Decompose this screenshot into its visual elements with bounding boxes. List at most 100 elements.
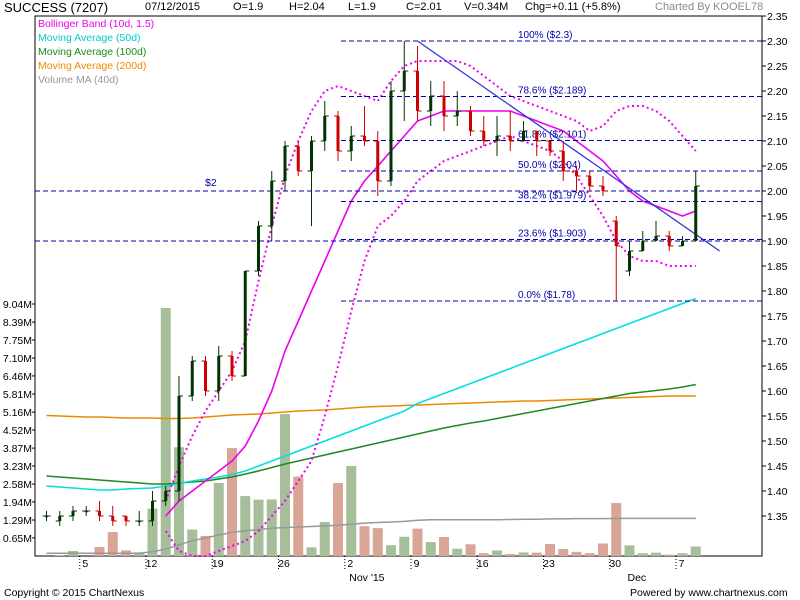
volume-bar <box>213 482 224 556</box>
candle-body <box>522 131 525 141</box>
candle-body <box>429 96 433 111</box>
candle-body <box>204 361 207 391</box>
x-tick-label: 26 <box>278 558 290 570</box>
candle-body <box>548 141 552 151</box>
candle-body <box>495 136 499 141</box>
x-tick-label: 16 <box>477 558 489 570</box>
legend-ma100: Moving Average (100d) <box>38 46 147 58</box>
x-tick-label: 5 <box>82 558 88 570</box>
legend-ma200: Moving Average (200d) <box>38 60 147 72</box>
x-tick-label: 9 <box>414 558 420 570</box>
candle-body <box>376 141 380 181</box>
fibonacci-label: 50.0% ($2.04) <box>518 160 581 171</box>
candle-body <box>323 116 327 141</box>
volume-bar <box>399 536 410 556</box>
candle-body <box>124 516 128 521</box>
volume-bar <box>531 552 542 556</box>
volume-bar <box>346 465 357 556</box>
volume-bar <box>505 554 516 556</box>
candle-body <box>508 136 512 141</box>
candle-body <box>58 516 62 521</box>
volume-tick-label: 3.23M <box>3 461 32 473</box>
price-tick-label: 2.05 <box>767 161 788 173</box>
volume-bar <box>439 537 449 556</box>
candle-body <box>402 71 406 91</box>
price-tick-label: 1.85 <box>767 261 788 273</box>
stock-chart: $2100% ($2.3)78.6% ($2.189)61.8% ($2.101… <box>0 0 800 600</box>
candle-body <box>310 141 313 171</box>
price-tick-label: 1.65 <box>767 361 788 373</box>
candle-body <box>601 186 605 191</box>
volume-bar <box>624 545 635 556</box>
volume-bar <box>690 546 701 556</box>
footer-powered: Powered by www.chartnexus.com <box>630 587 788 599</box>
candle-body <box>654 236 658 241</box>
x-tick-label: 7 <box>679 558 685 570</box>
price-tick-label: 1.45 <box>767 461 788 473</box>
volume-tick-label: 2.58M <box>3 479 32 491</box>
x-tick-label: 19 <box>212 558 224 570</box>
volume-bar <box>465 544 476 556</box>
volume-tick-label: 6.46M <box>3 371 32 383</box>
volume-bar <box>187 529 198 556</box>
price-tick-label: 1.80 <box>767 286 788 298</box>
price-tick-label: 1.40 <box>767 486 788 498</box>
candle-body <box>667 236 671 246</box>
volume-bar <box>319 521 330 556</box>
price-tick-label: 1.95 <box>767 211 788 223</box>
candle-body <box>230 356 234 376</box>
price-tick-label: 1.75 <box>767 311 788 323</box>
footer-copyright: Copyright © 2015 ChartNexus <box>4 587 145 599</box>
candle-body <box>681 241 684 246</box>
volume-bar <box>584 553 595 556</box>
header-charted-by: Charted By KOOEL78 <box>655 1 764 13</box>
chart-title: SUCCESS (7207) <box>4 0 109 15</box>
candle-body <box>217 356 221 391</box>
header-low: L=1.9 <box>348 1 376 13</box>
volume-bar <box>677 553 688 556</box>
price-tick-label: 1.70 <box>767 336 788 348</box>
volume-bar <box>160 307 171 556</box>
volume-tick-label: 5.16M <box>3 407 32 419</box>
volume-tick-label: 4.52M <box>3 425 32 437</box>
volume-tick-label: 8.39M <box>3 317 32 329</box>
candle-body <box>416 71 419 111</box>
candle-body <box>588 176 592 186</box>
price-tick-label: 1.55 <box>767 411 788 423</box>
candle-body <box>389 91 393 181</box>
volume-bar <box>452 548 463 556</box>
candle-body <box>535 131 539 141</box>
volume-bar <box>492 550 502 556</box>
fibonacci-label: 38.2% ($1.979) <box>518 191 586 202</box>
candle-body <box>151 501 154 521</box>
volume-bar <box>571 551 582 556</box>
support-resistance-label: $2 <box>205 177 217 189</box>
header-open: O=1.9 <box>233 1 264 13</box>
header-close: C=2.01 <box>406 1 442 13</box>
candle-body <box>177 396 181 491</box>
legend-ma50: Moving Average (50d) <box>38 32 141 44</box>
candle-body <box>71 511 75 516</box>
candle-body <box>641 241 645 251</box>
volume-bar <box>306 547 317 556</box>
volume-bar <box>637 553 648 556</box>
price-tick-label: 1.90 <box>767 236 788 248</box>
volume-bar <box>558 549 569 556</box>
volume-bar <box>598 543 608 556</box>
month-label: Nov '15 <box>349 572 384 584</box>
month-label: Dec <box>628 572 647 584</box>
volume-bar <box>372 528 383 556</box>
price-tick-label: 1.50 <box>767 436 788 448</box>
candle-body <box>482 131 486 141</box>
header-change: Chg=+0.11 (+5.8%) <box>525 1 621 13</box>
price-tick-label: 2.30 <box>767 36 788 48</box>
volume-bar <box>611 503 622 556</box>
price-tick-label: 2.35 <box>767 11 788 23</box>
volume-bar <box>664 554 675 556</box>
volume-bar <box>386 545 396 556</box>
x-tick-label: 12 <box>146 558 158 570</box>
volume-bar <box>333 482 343 556</box>
volume-tick-label: 7.75M <box>3 335 32 347</box>
candle-body <box>243 271 247 376</box>
x-tick-label: 2 <box>347 558 353 570</box>
